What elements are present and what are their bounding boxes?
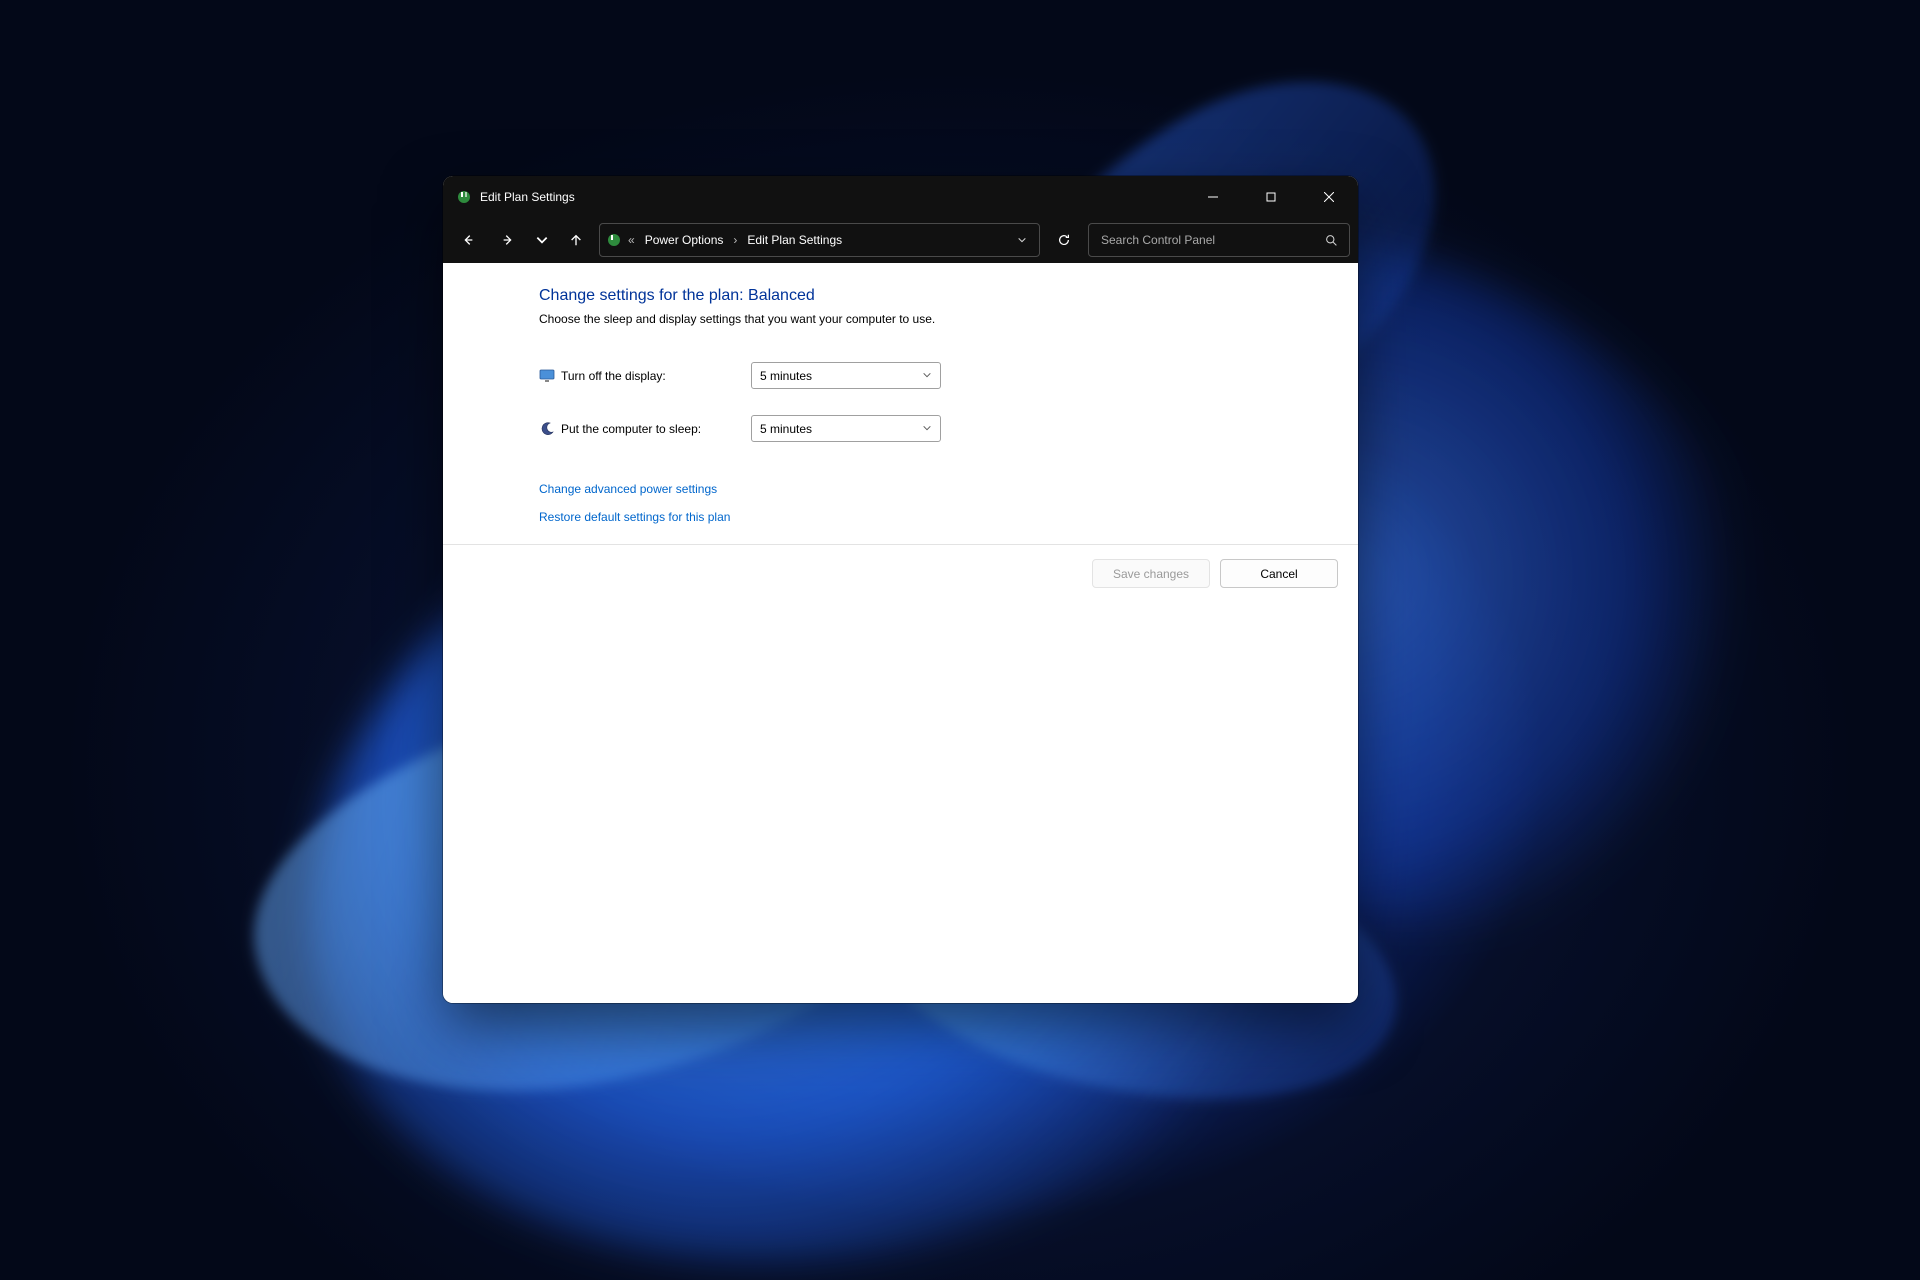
nav-back-button[interactable] (451, 224, 485, 256)
breadcrumb-power-options[interactable]: Power Options (641, 229, 728, 251)
display-icon (539, 368, 555, 384)
navigation-bar: « Power Options › Edit Plan Settings (443, 217, 1358, 263)
power-options-app-icon (456, 189, 472, 205)
titlebar[interactable]: Edit Plan Settings (443, 176, 1358, 217)
sleep-select[interactable]: 5 minutes (751, 415, 941, 442)
save-changes-button[interactable]: Save changes (1092, 559, 1210, 588)
refresh-button[interactable] (1046, 224, 1082, 256)
content-area: Change settings for the plan: Balanced C… (443, 263, 1358, 1003)
sleep-value: 5 minutes (760, 422, 812, 436)
minimize-button[interactable] (1184, 176, 1242, 217)
address-dropdown-button[interactable] (1011, 235, 1033, 245)
chevron-down-icon (922, 369, 932, 383)
address-bar[interactable]: « Power Options › Edit Plan Settings (599, 223, 1040, 257)
nav-recent-button[interactable] (531, 224, 553, 256)
sleep-icon (539, 421, 555, 437)
maximize-button[interactable] (1242, 176, 1300, 217)
breadcrumb-edit-plan-settings[interactable]: Edit Plan Settings (743, 229, 846, 251)
search-input[interactable] (1099, 232, 1317, 248)
page-subheading: Choose the sleep and display settings th… (539, 312, 1338, 326)
advanced-power-settings-link[interactable]: Change advanced power settings (539, 482, 717, 496)
cancel-button[interactable]: Cancel (1220, 559, 1338, 588)
sleep-label: Put the computer to sleep: (561, 422, 751, 436)
search-icon (1325, 234, 1339, 247)
address-app-icon (606, 232, 622, 248)
close-button[interactable] (1300, 176, 1358, 217)
breadcrumb-separator-icon: › (731, 233, 739, 247)
breadcrumb-overflow[interactable]: « (626, 233, 637, 247)
turn-off-display-value: 5 minutes (760, 369, 812, 383)
edit-plan-settings-window: Edit Plan Settings (443, 176, 1358, 1003)
desktop-wallpaper: Edit Plan Settings (0, 0, 1920, 1280)
chevron-down-icon (922, 422, 932, 436)
window-title: Edit Plan Settings (480, 190, 575, 204)
footer-bar: Save changes Cancel (443, 544, 1358, 602)
restore-defaults-link[interactable]: Restore default settings for this plan (539, 510, 730, 524)
turn-off-display-select[interactable]: 5 minutes (751, 362, 941, 389)
nav-forward-button[interactable] (491, 224, 525, 256)
page-heading: Change settings for the plan: Balanced (539, 287, 1338, 305)
turn-off-display-label: Turn off the display: (561, 369, 751, 383)
search-box[interactable] (1088, 223, 1350, 257)
nav-up-button[interactable] (559, 224, 593, 256)
